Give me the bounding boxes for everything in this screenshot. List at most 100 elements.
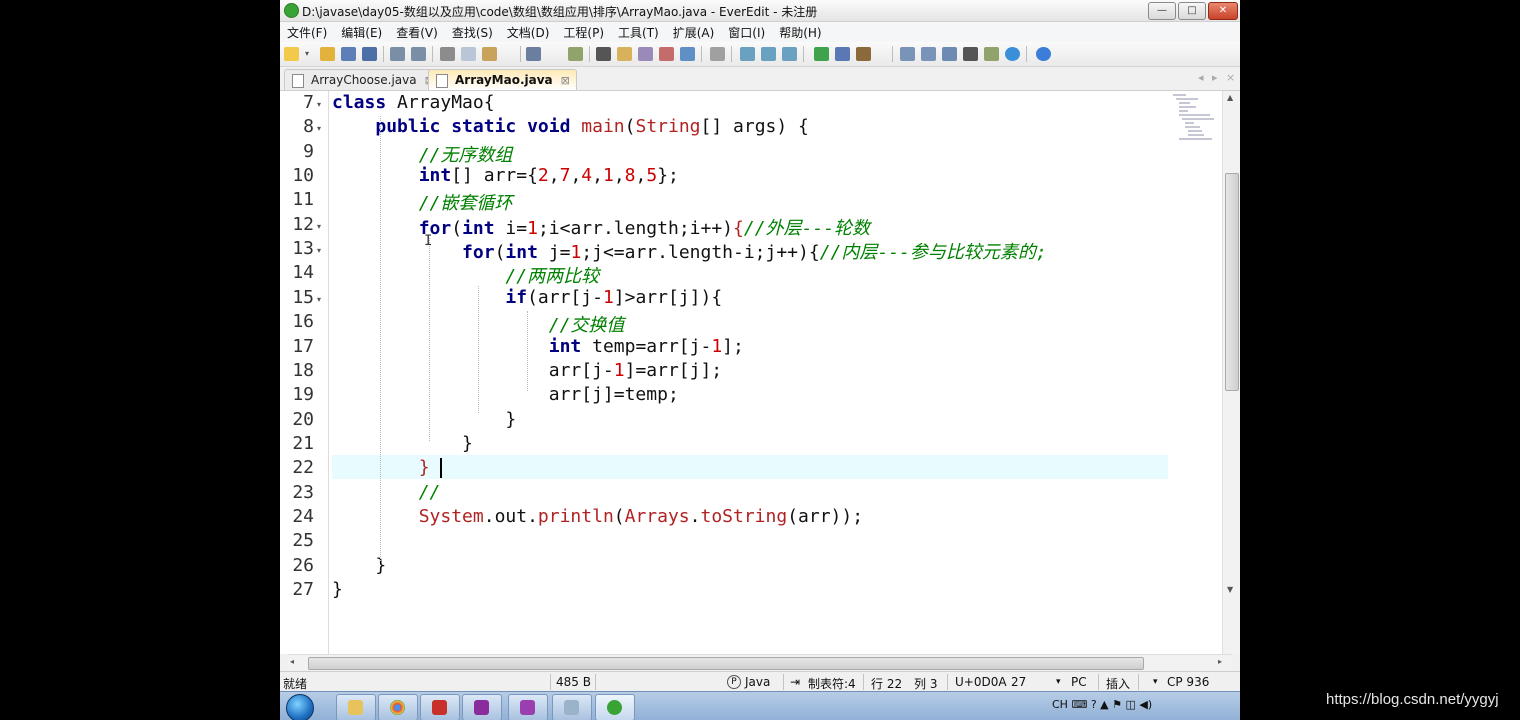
browser-icon[interactable] bbox=[1005, 47, 1020, 61]
tab-next-icon[interactable]: ▸ bbox=[1212, 71, 1218, 84]
macro-play-icon[interactable] bbox=[761, 47, 776, 61]
redo-icon[interactable] bbox=[411, 47, 426, 61]
panel-bottom-icon[interactable] bbox=[942, 47, 957, 61]
menu-edit[interactable]: 编辑(E) bbox=[334, 22, 389, 41]
code-line[interactable]: for(int i=1;i<arr.length;i++){//外层---轮数 bbox=[332, 214, 870, 240]
open-folder-icon[interactable] bbox=[320, 47, 335, 61]
code-line[interactable]: class ArrayMao{ bbox=[332, 92, 495, 113]
paste-icon[interactable] bbox=[482, 47, 497, 61]
code-line[interactable]: if(arr[j-1]>arr[j]){ bbox=[332, 287, 722, 308]
copy-icon[interactable] bbox=[461, 47, 476, 61]
save-icon[interactable] bbox=[341, 47, 356, 61]
cut-icon[interactable] bbox=[440, 47, 455, 61]
taskbar-everedit[interactable] bbox=[595, 694, 635, 720]
output-icon[interactable] bbox=[835, 47, 850, 61]
code-line[interactable]: System.out.println(Arrays.toString(arr))… bbox=[332, 506, 863, 527]
find-icon[interactable] bbox=[596, 47, 611, 61]
help-icon[interactable] bbox=[1036, 47, 1051, 61]
taskbar-chrome[interactable] bbox=[378, 694, 418, 720]
indent-icon[interactable] bbox=[526, 47, 541, 61]
macro-stop-icon[interactable] bbox=[782, 47, 797, 61]
scroll-up-icon[interactable]: ▲ bbox=[1227, 93, 1233, 102]
menu-view[interactable]: 查看(V) bbox=[389, 22, 445, 41]
close-button[interactable]: ✕ bbox=[1208, 2, 1238, 20]
status-encoding[interactable]: CP 936 bbox=[1167, 675, 1209, 689]
code-line[interactable]: //嵌套循环 bbox=[332, 189, 513, 215]
panel-right-icon[interactable] bbox=[921, 47, 936, 61]
macro-record-icon[interactable] bbox=[740, 47, 755, 61]
scroll-right-icon[interactable]: ▸ bbox=[1218, 657, 1222, 666]
eol-dropdown-icon[interactable]: ▾ bbox=[1056, 677, 1061, 687]
new-dropdown-icon[interactable]: ▾ bbox=[305, 49, 312, 63]
menu-window[interactable]: 窗口(I) bbox=[721, 22, 772, 41]
code-line[interactable]: } bbox=[332, 409, 516, 430]
wrap-icon[interactable] bbox=[568, 47, 583, 61]
code-line[interactable]: int[] arr={2,7,4,1,8,5}; bbox=[332, 165, 679, 186]
code-minimap[interactable] bbox=[1170, 91, 1220, 143]
fold-toggle-icon[interactable]: ▾ bbox=[317, 124, 321, 133]
code-line[interactable]: for(int j=1;j<=arr.length-i;j++){//内层---… bbox=[332, 238, 1047, 264]
fold-toggle-icon[interactable]: ▾ bbox=[317, 100, 321, 109]
undo-icon[interactable] bbox=[390, 47, 405, 61]
menu-document[interactable]: 文档(D) bbox=[500, 22, 557, 41]
tab-close-all-icon[interactable]: × bbox=[1226, 71, 1235, 84]
scroll-left-icon[interactable]: ◂ bbox=[290, 657, 294, 666]
status-tab-setting[interactable]: 制表符:4 bbox=[808, 675, 856, 692]
status-language[interactable]: Java bbox=[745, 675, 770, 689]
horizontal-scroll-thumb[interactable] bbox=[308, 657, 1144, 670]
fold-toggle-icon[interactable]: ▾ bbox=[317, 295, 321, 304]
menu-search[interactable]: 查找(S) bbox=[445, 22, 500, 41]
code-line[interactable]: //两两比较 bbox=[332, 262, 599, 288]
horizontal-scrollbar[interactable]: ◂ ▸ bbox=[288, 654, 1232, 670]
status-insert-mode[interactable]: 插入 bbox=[1106, 675, 1130, 692]
taskbar-app-purple[interactable] bbox=[508, 694, 548, 720]
encoding-dropdown-icon[interactable]: ▾ bbox=[1153, 677, 1158, 687]
vertical-scroll-thumb[interactable] bbox=[1225, 173, 1239, 391]
tab-close-icon[interactable]: ⊠ bbox=[561, 74, 570, 87]
fold-toggle-icon[interactable]: ▾ bbox=[317, 222, 321, 231]
code-line[interactable]: public static void main(String[] args) { bbox=[332, 116, 809, 137]
column-mode-icon[interactable] bbox=[710, 47, 725, 61]
fold-toggle-icon[interactable]: ▾ bbox=[317, 246, 321, 255]
start-button-icon[interactable] bbox=[286, 694, 314, 720]
tools-icon[interactable] bbox=[856, 47, 871, 61]
bookmark-icon[interactable] bbox=[659, 47, 674, 61]
fullscreen-icon[interactable] bbox=[963, 47, 978, 61]
code-line[interactable]: arr[j]=temp; bbox=[332, 384, 679, 405]
tab-arraychoose[interactable]: ArrayChoose.java⊠ bbox=[284, 69, 441, 90]
code-line[interactable]: } bbox=[332, 433, 473, 454]
menu-project[interactable]: 工程(P) bbox=[556, 22, 611, 41]
scroll-down-icon[interactable]: ▼ bbox=[1227, 585, 1233, 594]
taskbar-app-tool[interactable] bbox=[552, 694, 592, 720]
menu-help[interactable]: 帮助(H) bbox=[772, 22, 828, 41]
title-bar[interactable]: D:\javase\day05-数组以及应用\code\数组\数组应用\排序\A… bbox=[280, 0, 1240, 22]
status-eol[interactable]: PC bbox=[1071, 675, 1087, 689]
save-all-icon[interactable] bbox=[362, 47, 377, 61]
taskbar-explorer[interactable] bbox=[336, 694, 376, 720]
taskbar-onenote[interactable] bbox=[462, 694, 502, 720]
code-line[interactable]: } bbox=[332, 555, 386, 576]
replace-icon[interactable] bbox=[617, 47, 632, 61]
system-tray[interactable]: CH ⌨ ? ▲ ⚑ ◫ ◀) bbox=[1052, 698, 1152, 711]
vertical-scrollbar[interactable]: ▲ ▼ bbox=[1222, 91, 1240, 654]
find-in-files-icon[interactable] bbox=[638, 47, 653, 61]
maximize-button[interactable]: □ bbox=[1178, 2, 1206, 20]
grid-icon[interactable] bbox=[984, 47, 999, 61]
new-file-icon[interactable] bbox=[284, 47, 299, 61]
run-icon[interactable] bbox=[814, 47, 829, 61]
taskbar-app-red[interactable] bbox=[420, 694, 460, 720]
code-area[interactable]: class ArrayMao{ public static void main(… bbox=[332, 91, 1168, 654]
panel-left-icon[interactable] bbox=[900, 47, 915, 61]
tab-arraymao[interactable]: ArrayMao.java ⊠ bbox=[428, 69, 577, 90]
goto-icon[interactable] bbox=[680, 47, 695, 61]
code-editor[interactable]: 7 ▾ 8 ▾ 9 10 11 12 ▾ 13 ▾ 14 15 ▾ 16 17 18 19 20 21 22 23 24 25… bbox=[280, 91, 1240, 654]
minimize-button[interactable]: — bbox=[1148, 2, 1176, 20]
code-line[interactable]: } bbox=[332, 579, 343, 600]
code-line[interactable]: //无序数组 bbox=[332, 141, 513, 167]
menu-file[interactable]: 文件(F) bbox=[280, 22, 334, 41]
tab-prev-icon[interactable]: ◂ bbox=[1198, 71, 1204, 84]
code-line[interactable]: int temp=arr[j-1]; bbox=[332, 336, 744, 357]
menu-tools[interactable]: 工具(T) bbox=[611, 22, 666, 41]
code-line[interactable]: // bbox=[332, 482, 441, 503]
menu-extensions[interactable]: 扩展(A) bbox=[666, 22, 722, 41]
